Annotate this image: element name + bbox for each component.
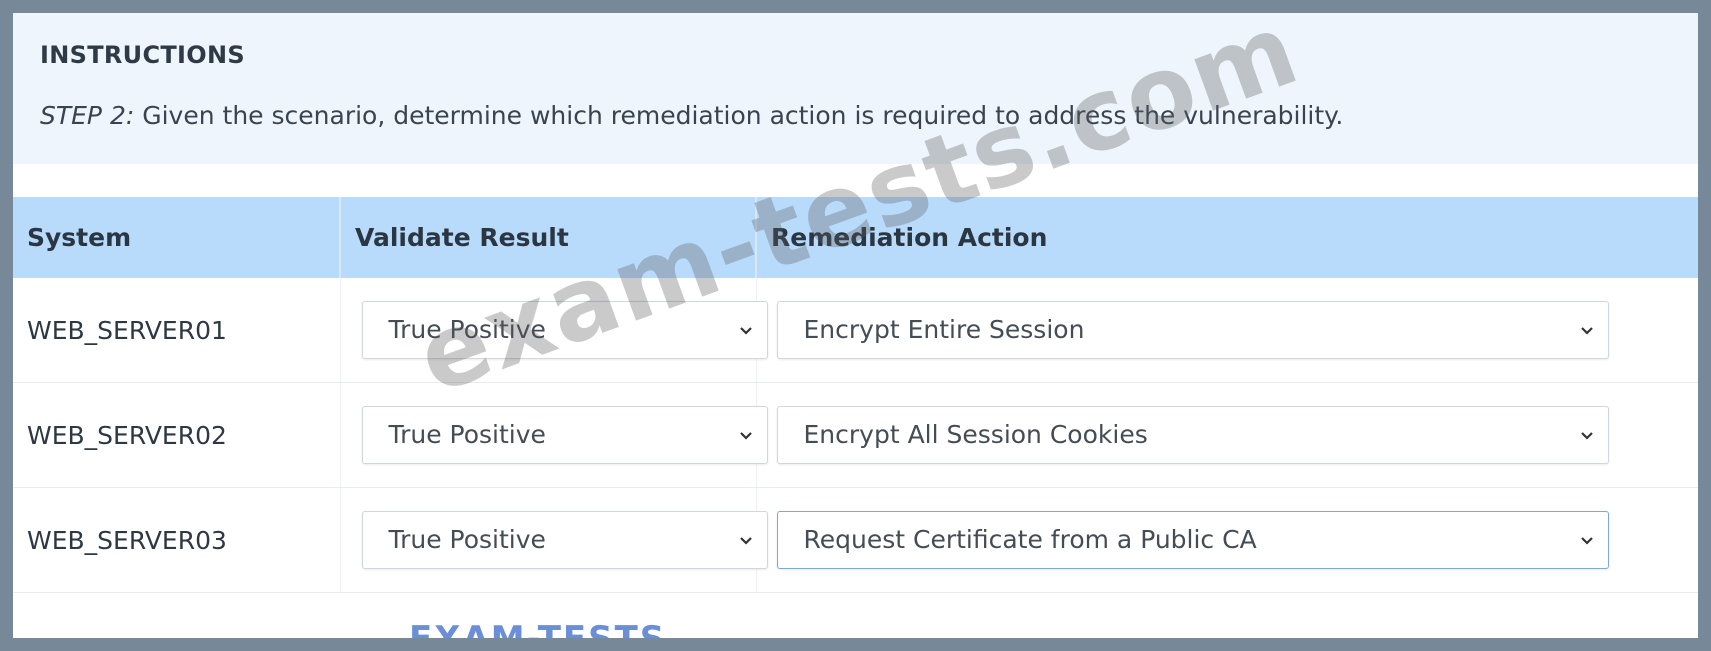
chevron-down-icon bbox=[739, 537, 752, 545]
table-header-row: System Validate Result Remediation Actio… bbox=[13, 197, 1698, 278]
system-name: WEB_SERVER01 bbox=[13, 278, 341, 383]
header-remediation-action: Remediation Action bbox=[756, 197, 1698, 278]
validate-result-select[interactable]: True Positive bbox=[361, 301, 768, 359]
header-system: System bbox=[13, 197, 341, 278]
chevron-down-icon bbox=[1580, 537, 1593, 545]
remediation-cell: Request Certificate from a Public CA bbox=[756, 487, 1698, 593]
remediation-action-select[interactable]: Encrypt All Session Cookies bbox=[776, 406, 1609, 464]
remediation-action-select[interactable]: Request Certificate from a Public CA bbox=[776, 511, 1609, 569]
validate-cell: True Positive bbox=[340, 382, 768, 488]
system-name: WEB_SERVER02 bbox=[13, 382, 341, 488]
validate-cell: True Positive bbox=[340, 487, 768, 593]
validate-cell: True Positive bbox=[340, 278, 768, 383]
table-row: WEB_SERVER01 True Positive Encrypt Entir… bbox=[13, 278, 1698, 383]
select-value: Encrypt All Session Cookies bbox=[803, 420, 1148, 449]
select-value: Request Certificate from a Public CA bbox=[803, 525, 1257, 554]
chevron-down-icon bbox=[739, 327, 752, 335]
remediation-cell: Encrypt All Session Cookies bbox=[756, 382, 1698, 488]
exam-tests-logo: EXAM-TESTS bbox=[409, 619, 666, 638]
select-value: True Positive bbox=[388, 525, 546, 554]
chevron-down-icon bbox=[1580, 432, 1593, 440]
instructions-box: INSTRUCTIONS STEP 2: Given the scenario,… bbox=[13, 13, 1698, 164]
instructions-text: STEP 2: Given the scenario, determine wh… bbox=[40, 101, 1343, 130]
select-value: True Positive bbox=[388, 315, 546, 344]
table-row: WEB_SERVER02 True Positive Encrypt All S… bbox=[13, 382, 1698, 488]
select-value: True Positive bbox=[388, 420, 546, 449]
header-validate-result: Validate Result bbox=[340, 197, 757, 278]
validate-result-select[interactable]: True Positive bbox=[361, 406, 768, 464]
remediation-table: System Validate Result Remediation Actio… bbox=[13, 197, 1698, 593]
remediation-cell: Encrypt Entire Session bbox=[756, 278, 1698, 383]
exam-panel: INSTRUCTIONS STEP 2: Given the scenario,… bbox=[13, 13, 1698, 638]
remediation-action-select[interactable]: Encrypt Entire Session bbox=[776, 301, 1609, 359]
select-value: Encrypt Entire Session bbox=[803, 315, 1085, 344]
chevron-down-icon bbox=[1580, 327, 1593, 335]
step-description: Given the scenario, determine which reme… bbox=[134, 101, 1344, 130]
table-row: WEB_SERVER03 True Positive Request Certi… bbox=[13, 487, 1698, 593]
step-label: STEP 2: bbox=[40, 101, 135, 130]
instructions-title: INSTRUCTIONS bbox=[40, 41, 245, 69]
validate-result-select[interactable]: True Positive bbox=[361, 511, 768, 569]
chevron-down-icon bbox=[739, 432, 752, 440]
system-name: WEB_SERVER03 bbox=[13, 487, 341, 593]
